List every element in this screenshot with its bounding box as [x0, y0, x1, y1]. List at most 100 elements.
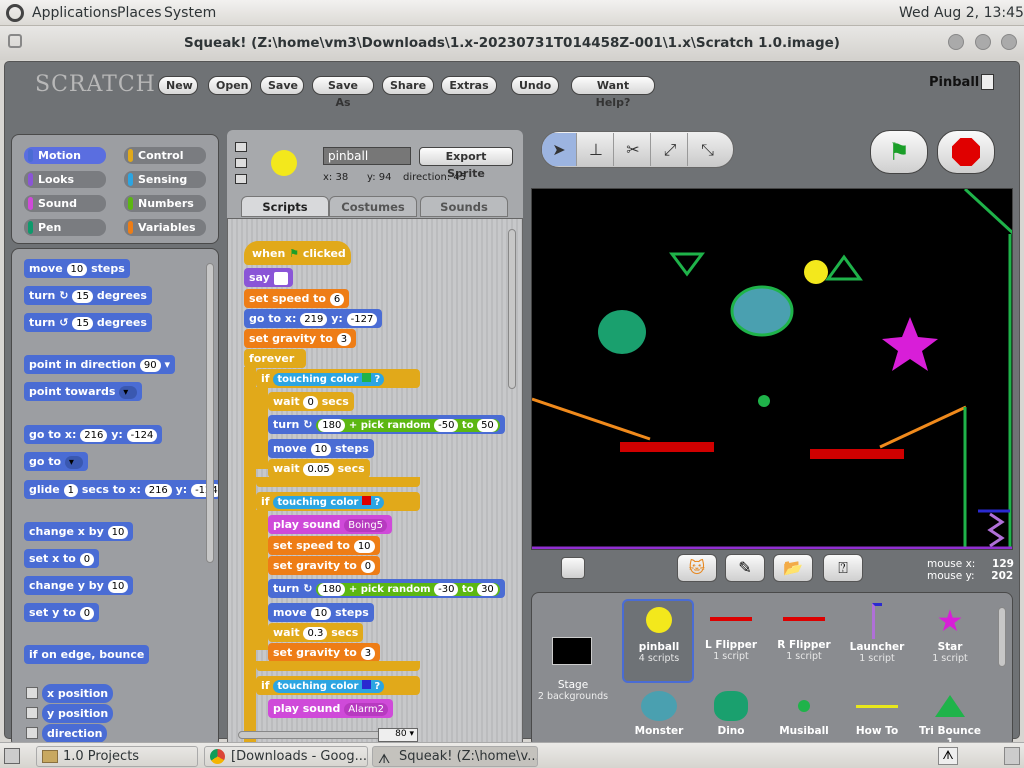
system-menu[interactable]: System [164, 5, 216, 21]
project-notes-icon[interactable] [981, 74, 994, 90]
sprite-launcher[interactable]: Launcher 1 script [841, 603, 913, 664]
direction-reporter[interactable]: direction [42, 724, 108, 743]
paint-sprite-icon[interactable]: ✎ [725, 554, 765, 582]
set-gravity-block[interactable]: set gravity to 3 [244, 329, 357, 348]
save-as-button[interactable]: Save As [312, 76, 374, 109]
panel-clock[interactable]: Wed Aug 2, 13:45 [899, 5, 1024, 21]
goto-xy-block[interactable]: go to x: 216 y: -124 [24, 425, 163, 444]
shrink-tool-icon[interactable]: ⤡ [690, 133, 725, 166]
stage[interactable] [531, 188, 1013, 550]
bounce-block[interactable]: if on edge, bounce [24, 645, 150, 664]
turn-left-block[interactable]: turn ↺ 15 degrees [24, 313, 152, 332]
close-icon[interactable] [1001, 34, 1017, 50]
minimize-icon[interactable] [948, 34, 964, 50]
places-menu[interactable]: Places [117, 5, 162, 21]
wait-block[interactable]: wait 0 secs [268, 392, 354, 411]
sprite-pinball[interactable]: pinball 4 scripts [623, 603, 695, 664]
set-speed-block[interactable]: set speed to 6 [244, 289, 350, 308]
export-sprite-button[interactable]: Export Sprite [419, 147, 513, 180]
play-sound-block[interactable]: play sound Boing5 [268, 515, 393, 534]
point-direction-block[interactable]: point in direction 90 ▾ [24, 355, 175, 374]
set-y-block[interactable]: set y to 0 [24, 603, 100, 622]
sprite-monster[interactable]: Monster [623, 691, 695, 737]
category-variables[interactable]: Variables [124, 219, 206, 236]
sprite-dino[interactable]: Dino [695, 691, 767, 737]
surprise-sprite-icon[interactable]: ⍰ [823, 554, 863, 582]
move-steps-script-block-2[interactable]: move 10 steps [268, 603, 374, 622]
direction-checkbox[interactable] [26, 727, 38, 739]
want-help-button[interactable]: Want Help? [571, 76, 655, 109]
folder-sprite-icon[interactable]: 📂 [773, 554, 813, 582]
category-numbers[interactable]: Numbers [124, 195, 206, 212]
change-y-block[interactable]: change y by 10 [24, 576, 134, 595]
palette-scrollbar[interactable] [206, 263, 214, 563]
category-sound[interactable]: Sound [24, 195, 106, 212]
tab-scripts[interactable]: Scripts [241, 196, 329, 217]
turn-random-block[interactable]: turn ↻ 180 + pick random -50 to 50 [268, 415, 505, 434]
taskbar-item-projects[interactable]: 1.0 Projects [36, 746, 198, 767]
category-sensing[interactable]: Sensing [124, 171, 206, 188]
rotation-none-icon[interactable] [235, 174, 247, 184]
scripts-vscrollbar[interactable] [508, 229, 516, 389]
category-motion[interactable]: Motion [24, 147, 106, 164]
change-x-block[interactable]: change x by 10 [24, 522, 134, 541]
share-button[interactable]: Share [382, 76, 434, 95]
tab-sounds[interactable]: Sounds [420, 196, 508, 217]
if-touching-blue-block[interactable]: if touching color ? [256, 676, 420, 695]
y-position-reporter[interactable]: y position [42, 704, 114, 723]
x-position-checkbox[interactable] [26, 687, 38, 699]
arrow-tool-icon[interactable]: ➤ [542, 133, 577, 166]
grow-tool-icon[interactable]: ⤢ [653, 133, 688, 166]
set-gravity-block-3[interactable]: set gravity to 3 [268, 643, 381, 662]
taskbar-item-squeak[interactable]: ᗑ Squeak! (Z:\home\v... [372, 746, 538, 767]
set-speed-block-2[interactable]: set speed to 10 [268, 536, 380, 555]
extras-button[interactable]: Extras [441, 76, 497, 95]
stamp-tool-icon[interactable]: ⊥ [579, 133, 614, 166]
choose-sprite-icon[interactable]: 🐱 [677, 554, 717, 582]
sprite-musiball[interactable]: Musiball [768, 691, 840, 737]
rotation-full-icon[interactable] [235, 142, 247, 152]
when-flag-clicked-block[interactable]: when ⚑ clicked [244, 241, 351, 265]
category-control[interactable]: Control [124, 147, 206, 164]
turn-random-block-2[interactable]: turn ↻ 180 + pick random -30 to 30 [268, 579, 505, 598]
sprite-l-flipper[interactable]: L Flipper 1 script [695, 603, 767, 662]
zoom-select[interactable]: 80 ▾ [378, 728, 418, 742]
scripts-area[interactable]: when ⚑ clicked say set speed to 6 go to … [227, 218, 523, 748]
save-button[interactable]: Save [260, 76, 304, 95]
show-desktop-icon[interactable] [4, 748, 20, 764]
taskbar-item-downloads[interactable]: [Downloads - Goog... [204, 746, 368, 767]
sprite-r-flipper[interactable]: R Flipper 1 script [768, 603, 840, 662]
sprite-how-to[interactable]: How To [841, 691, 913, 737]
tab-costumes[interactable]: Costumes [329, 196, 417, 217]
gnome-foot-icon[interactable] [6, 4, 24, 22]
goto-block[interactable]: go to ▾ [24, 452, 88, 471]
x-position-reporter[interactable]: x position [42, 684, 114, 703]
stop-button[interactable] [937, 130, 995, 174]
new-button[interactable]: New [158, 76, 198, 95]
goto-xy-script-block[interactable]: go to x: 219 y: -127 [244, 309, 383, 328]
turn-right-block[interactable]: turn ↻ 15 degrees [24, 286, 152, 305]
say-block[interactable]: say [244, 268, 293, 287]
applications-menu[interactable]: Applications [32, 5, 118, 21]
category-pen[interactable]: Pen [24, 219, 106, 236]
if-touching-red-block[interactable]: if touching color ? [256, 492, 420, 511]
move-steps-block[interactable]: move 10 steps [24, 259, 130, 278]
if-touching-color-block[interactable]: if touching color ? [256, 369, 420, 388]
sprite-list-scrollbar[interactable] [998, 607, 1006, 667]
move-steps-script-block[interactable]: move 10 steps [268, 439, 374, 458]
set-gravity-block-2[interactable]: set gravity to 0 [268, 556, 381, 575]
trash-icon[interactable] [1004, 747, 1020, 765]
squeak-tray-icon[interactable]: ᗑ [938, 747, 958, 765]
presentation-mode-icon[interactable] [561, 557, 585, 579]
y-position-checkbox[interactable] [26, 707, 38, 719]
point-towards-block[interactable]: point towards ▾ [24, 382, 143, 401]
window-titlebar[interactable]: Squeak! (Z:\home\vm3\Downloads\1.x-20230… [0, 26, 1024, 60]
open-button[interactable]: Open [208, 76, 252, 95]
maximize-icon[interactable] [975, 34, 991, 50]
undo-button[interactable]: Undo [511, 76, 559, 95]
sprite-star[interactable]: ★ Star 1 script [914, 603, 986, 664]
rotation-flip-icon[interactable] [235, 158, 247, 168]
category-looks[interactable]: Looks [24, 171, 106, 188]
set-x-block[interactable]: set x to 0 [24, 549, 100, 568]
wait-block-2[interactable]: wait 0.05 secs [268, 459, 370, 478]
